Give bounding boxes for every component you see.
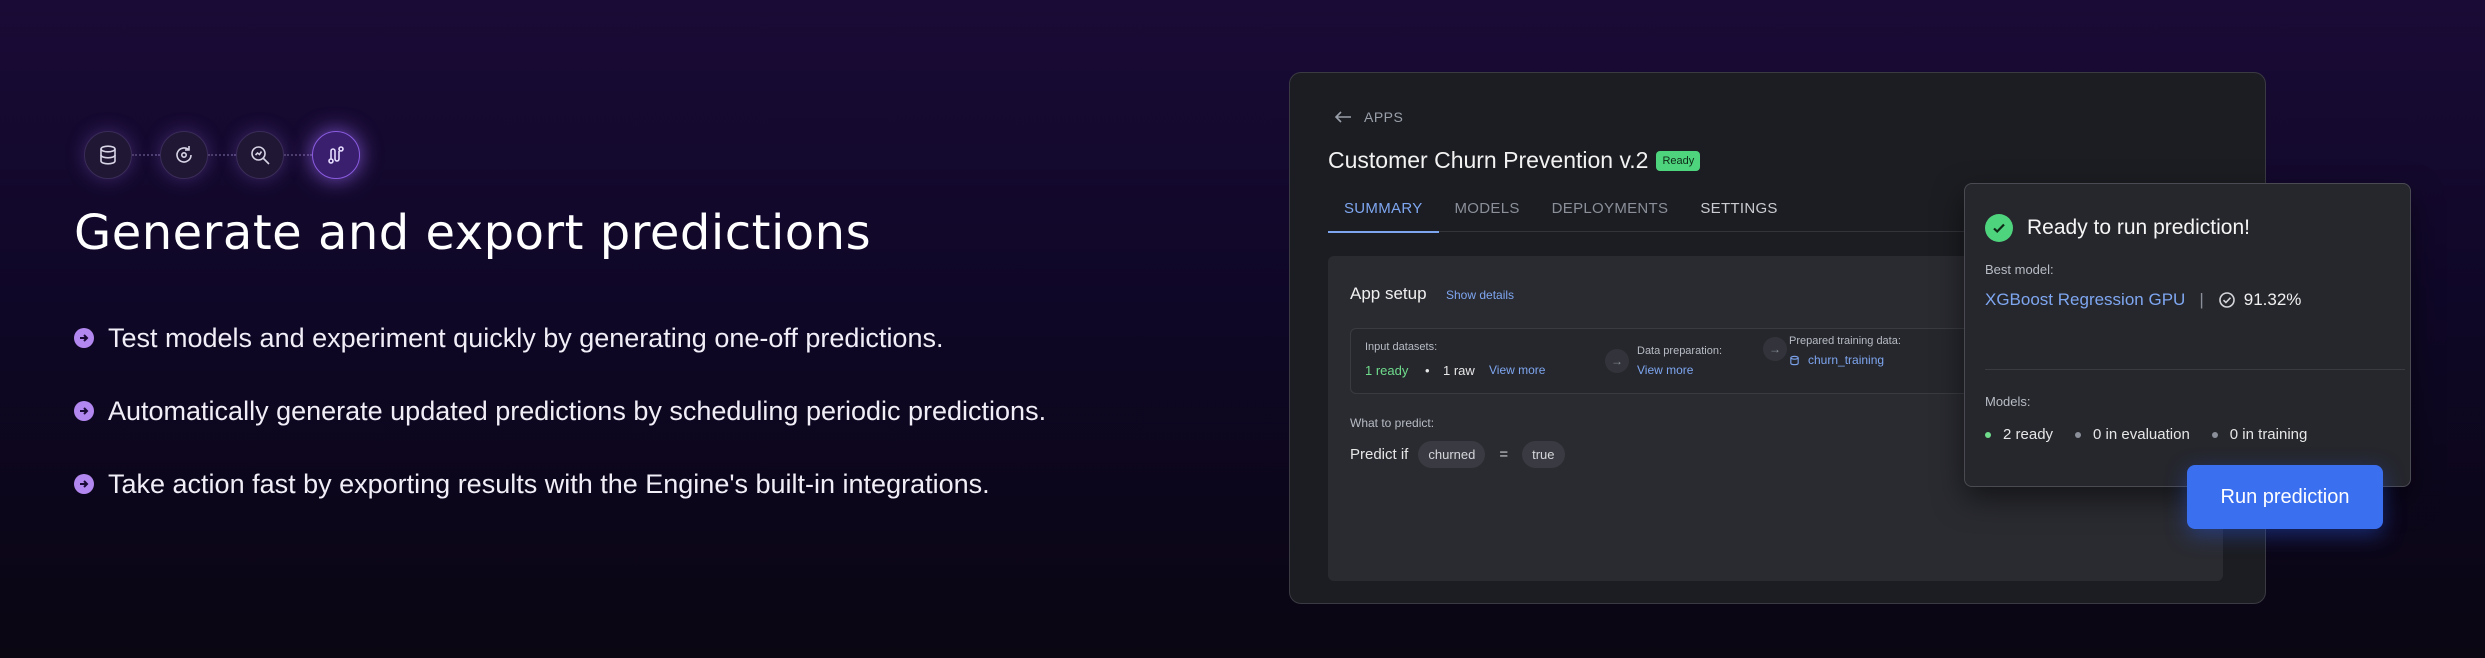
models-ready-label: 2 ready — [2003, 426, 2054, 443]
arrow-right-icon — [74, 474, 94, 494]
database-icon — [84, 131, 132, 179]
step-connector — [284, 154, 312, 156]
models-ready: 2 ready — [1985, 426, 2053, 443]
predict-condition: Predict if churned = true — [1350, 441, 1565, 468]
input-datasets-label: Input datasets: — [1365, 341, 1438, 353]
arrow-right-icon — [74, 328, 94, 348]
best-model-link[interactable]: XGBoost Regression GPU — [1985, 290, 2185, 310]
page-headline: Generate and export predictions — [74, 205, 872, 261]
tab-settings[interactable]: SETTINGS — [1684, 197, 1793, 231]
predict-if-label: Predict if — [1350, 446, 1409, 463]
ready-popup: Ready to run prediction! Best model: XGB… — [1964, 183, 2411, 487]
status-badge: Ready — [1656, 150, 1701, 171]
back-label: APPS — [1364, 109, 1404, 125]
models-evaluation-label: 0 in evaluation — [2093, 426, 2190, 443]
arrow-right-icon: → — [1605, 349, 1629, 373]
feature-text: Test models and experiment quickly by ge… — [108, 322, 944, 353]
popup-title: Ready to run prediction! — [2027, 216, 2250, 239]
feature-list: Test models and experiment quickly by ge… — [74, 318, 1046, 537]
step-connector — [208, 154, 236, 156]
prepared-data-link[interactable]: churn_training — [1789, 353, 1884, 367]
data-prep-label: Data preparation: — [1637, 345, 1722, 357]
status-dot — [2075, 431, 2082, 438]
value-pill[interactable]: true — [1522, 441, 1565, 468]
bullet-separator: • — [1425, 363, 1430, 378]
models-training-label: 0 in training — [2229, 426, 2308, 443]
list-item: Test models and experiment quickly by ge… — [74, 318, 1046, 358]
tab-deployments[interactable]: DEPLOYMENTS — [1536, 197, 1685, 231]
pipeline-summary: Input datasets: 1 ready • 1 raw View mor… — [1350, 328, 1992, 394]
arrow-left-icon — [1334, 111, 1351, 123]
refresh-cycle-icon — [160, 131, 208, 179]
popup-header: Ready to run prediction! — [1985, 214, 2250, 242]
models-training: 0 in training — [2211, 426, 2308, 443]
status-dot — [1985, 431, 1991, 438]
what-to-predict-label: What to predict: — [1350, 416, 1435, 430]
best-model-label: Best model: — [1985, 262, 2054, 277]
search-analytics-icon — [236, 131, 284, 179]
model-score: 91.32% — [2243, 290, 2302, 309]
arrow-right-icon: → — [1763, 337, 1787, 361]
models-evaluation: 0 in evaluation — [2075, 426, 2190, 443]
view-more-link[interactable]: View more — [1637, 363, 1693, 377]
separator: | — [2199, 290, 2204, 309]
operator: = — [1499, 446, 1509, 463]
ready-count: 1 ready — [1365, 363, 1409, 378]
status-dot — [2211, 431, 2218, 438]
run-prediction-button[interactable]: Run prediction — [2187, 465, 2383, 529]
models-status-row: 2 ready 0 in evaluation 0 in training — [1985, 426, 2329, 443]
view-more-link[interactable]: View more — [1489, 363, 1545, 377]
tab-models[interactable]: MODELS — [1439, 197, 1536, 231]
divider — [1985, 369, 2405, 370]
tab-summary[interactable]: SUMMARY — [1328, 197, 1439, 233]
list-item: Take action fast by exporting results wi… — [74, 464, 1046, 504]
prepared-data-name: churn_training — [1808, 353, 1885, 367]
feature-text: Automatically generate updated predictio… — [108, 395, 1047, 426]
deploy-route-icon — [312, 131, 360, 179]
page-title: Customer Churn Prevention v.2 — [1328, 147, 1649, 173]
database-icon — [1790, 355, 1799, 365]
setup-title: App setup — [1350, 284, 1427, 303]
app-title-row: Customer Churn Prevention v.2 Ready — [1328, 147, 1701, 174]
target-check-icon — [2218, 292, 2235, 308]
check-circle-icon — [1985, 214, 2013, 242]
raw-count: 1 raw — [1443, 363, 1475, 378]
arrow-right-icon — [74, 401, 94, 421]
best-model-row: XGBoost Regression GPU | 91.32% — [1985, 290, 2301, 310]
tab-bar: SUMMARY MODELS DEPLOYMENTS SETTINGS — [1328, 197, 2008, 233]
list-item: Automatically generate updated predictio… — [74, 391, 1046, 431]
feature-text: Take action fast by exporting results wi… — [108, 468, 990, 499]
back-link[interactable]: APPS — [1334, 109, 1403, 125]
step-icons — [84, 131, 360, 179]
models-label: Models: — [1985, 394, 2031, 409]
show-details-link[interactable]: Show details — [1446, 288, 1514, 302]
field-pill[interactable]: churned — [1418, 441, 1486, 468]
prepared-data-label: Prepared training data: — [1789, 335, 1901, 347]
step-connector — [132, 154, 160, 156]
